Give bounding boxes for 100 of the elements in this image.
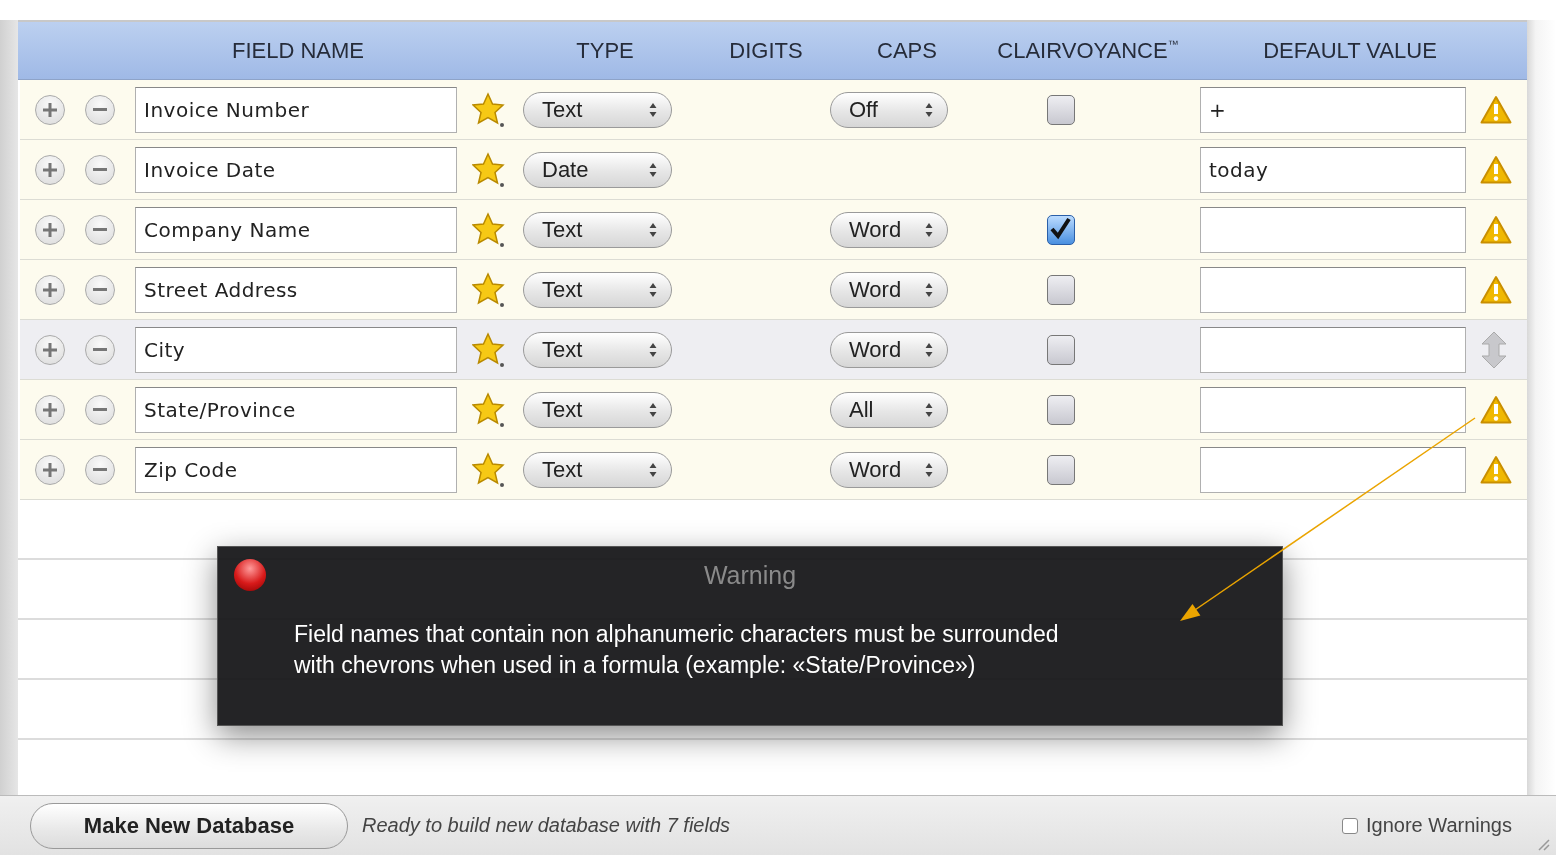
type-popup[interactable]: Text bbox=[523, 391, 672, 428]
star-icon[interactable] bbox=[472, 391, 506, 428]
warning-icon[interactable] bbox=[1480, 94, 1512, 125]
make-database-button[interactable]: Make New Database bbox=[30, 802, 348, 849]
type-popup[interactable]: Date bbox=[523, 151, 672, 188]
star-icon[interactable] bbox=[472, 331, 506, 368]
updown-arrows-icon bbox=[649, 401, 657, 418]
type-popup[interactable]: Text bbox=[523, 271, 672, 308]
caps-popup[interactable]: Word bbox=[830, 211, 948, 248]
type-popup[interactable]: Text bbox=[523, 91, 672, 128]
updown-arrows-icon bbox=[925, 401, 933, 418]
default-value-input[interactable] bbox=[1200, 326, 1466, 373]
field-name-input[interactable]: Company Name bbox=[135, 206, 457, 253]
column-header: TYPE bbox=[575, 37, 635, 64]
warning-icon[interactable] bbox=[1480, 214, 1512, 245]
warning-message: Field names that contain non alphanumeric characters must be surrounded with chevrons when used in a formula (example: «State/Province») bbox=[294, 620, 1060, 680]
field-name-input[interactable]: Zip Code bbox=[135, 446, 457, 493]
default-value-input[interactable]: + bbox=[1200, 86, 1466, 133]
table-row[interactable]: Street Address Text Word bbox=[20, 260, 1527, 320]
close-button[interactable] bbox=[234, 559, 266, 591]
caps-popup[interactable]: Word bbox=[830, 271, 948, 308]
plus-icon bbox=[42, 461, 58, 478]
checkbox[interactable] bbox=[1047, 454, 1075, 485]
updown-arrows-icon bbox=[649, 461, 657, 478]
type-popup[interactable]: Text bbox=[523, 451, 672, 488]
checkbox[interactable] bbox=[1047, 94, 1075, 125]
updown-arrows-icon bbox=[649, 101, 657, 118]
star-icon[interactable] bbox=[472, 91, 506, 128]
updown-arrows-icon bbox=[649, 281, 657, 298]
warning-icon[interactable] bbox=[1480, 454, 1512, 485]
minus-icon bbox=[93, 408, 107, 411]
table-row[interactable]: Company Name Text Word bbox=[20, 200, 1527, 260]
field-name-input[interactable]: Invoice Date bbox=[135, 146, 457, 193]
table-row[interactable]: City Text Word bbox=[20, 320, 1527, 380]
checkbox[interactable] bbox=[1047, 394, 1075, 425]
warning-icon[interactable] bbox=[1480, 394, 1512, 425]
field-name-input[interactable]: State/Province bbox=[135, 386, 457, 433]
default-value-input[interactable] bbox=[1200, 206, 1466, 253]
add-field-button[interactable] bbox=[35, 394, 65, 425]
checkbox[interactable] bbox=[1047, 334, 1075, 365]
updown-arrows-icon bbox=[649, 221, 657, 238]
add-field-button[interactable] bbox=[35, 454, 65, 485]
drag-handle-icon[interactable] bbox=[1480, 330, 1508, 369]
add-field-button[interactable] bbox=[35, 154, 65, 185]
column-header: DIGITS bbox=[728, 37, 804, 64]
field-name-input[interactable]: Invoice Number bbox=[135, 86, 457, 133]
plus-icon bbox=[42, 101, 58, 118]
checkbox[interactable] bbox=[1047, 274, 1075, 305]
table-row[interactable]: State/Province Text All bbox=[20, 380, 1527, 440]
caps-popup[interactable]: Word bbox=[830, 451, 948, 488]
column-header: FIELD NAME bbox=[231, 37, 365, 64]
table-row[interactable]: Zip Code Text Word bbox=[20, 440, 1527, 500]
plus-icon bbox=[42, 401, 58, 418]
remove-field-button[interactable] bbox=[85, 394, 115, 425]
minus-icon bbox=[93, 468, 107, 471]
column-header: CAPS bbox=[876, 37, 938, 64]
default-value-input[interactable] bbox=[1200, 446, 1466, 493]
updown-arrows-icon bbox=[925, 101, 933, 118]
warning-icon[interactable] bbox=[1480, 274, 1512, 305]
column-header: CLAIRVOYANCE$^{™}$ bbox=[996, 37, 1180, 64]
default-value-input[interactable]: today bbox=[1200, 146, 1466, 193]
remove-field-button[interactable] bbox=[85, 274, 115, 305]
resize-grip-icon[interactable] bbox=[1536, 837, 1550, 851]
star-icon[interactable] bbox=[472, 451, 506, 488]
plus-icon bbox=[42, 341, 58, 358]
checkbox-label[interactable]: Ignore Warnings bbox=[1366, 814, 1512, 837]
caps-popup[interactable]: All bbox=[830, 391, 948, 428]
updown-arrows-icon bbox=[925, 221, 933, 238]
plus-icon bbox=[42, 161, 58, 178]
minus-icon bbox=[93, 108, 107, 111]
remove-field-button[interactable] bbox=[85, 214, 115, 245]
table-row[interactable]: Invoice Date Date today bbox=[20, 140, 1527, 200]
add-field-button[interactable] bbox=[35, 334, 65, 365]
type-popup[interactable]: Text bbox=[523, 331, 672, 368]
field-name-input[interactable]: Street Address bbox=[135, 266, 457, 313]
type-popup[interactable]: Text bbox=[523, 211, 672, 248]
star-icon[interactable] bbox=[472, 211, 506, 248]
table-row[interactable]: Invoice Number Text Off + bbox=[20, 80, 1527, 140]
status-text: Ready to build new database with 7 fields bbox=[362, 814, 730, 837]
checkbox[interactable] bbox=[1342, 817, 1358, 834]
default-value-input[interactable] bbox=[1200, 386, 1466, 433]
remove-field-button[interactable] bbox=[85, 154, 115, 185]
updown-arrows-icon bbox=[925, 281, 933, 298]
add-field-button[interactable] bbox=[35, 94, 65, 125]
star-icon[interactable] bbox=[472, 151, 506, 188]
default-value-input[interactable] bbox=[1200, 266, 1466, 313]
caps-popup[interactable]: Word bbox=[830, 331, 948, 368]
remove-field-button[interactable] bbox=[85, 94, 115, 125]
updown-arrows-icon bbox=[925, 461, 933, 478]
star-icon[interactable] bbox=[472, 271, 506, 308]
add-field-button[interactable] bbox=[35, 214, 65, 245]
column-header: DEFAULT VALUE bbox=[1262, 37, 1438, 64]
field-name-input[interactable]: City bbox=[135, 326, 457, 373]
warning-icon[interactable] bbox=[1480, 154, 1512, 185]
caps-popup[interactable]: Off bbox=[830, 91, 948, 128]
remove-field-button[interactable] bbox=[85, 334, 115, 365]
add-field-button[interactable] bbox=[35, 274, 65, 305]
checkbox[interactable] bbox=[1047, 214, 1075, 245]
remove-field-button[interactable] bbox=[85, 454, 115, 485]
updown-arrows-icon bbox=[649, 161, 657, 178]
